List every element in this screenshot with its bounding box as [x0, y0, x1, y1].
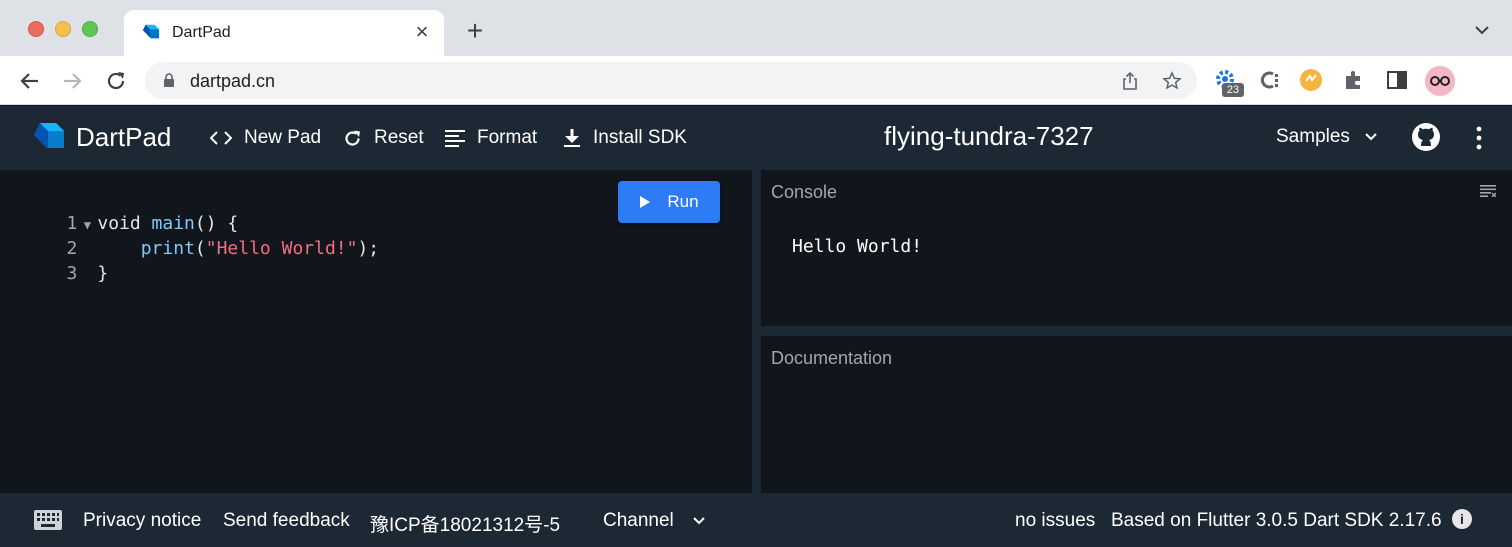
window-minimize-button[interactable]	[55, 21, 71, 37]
samples-label: Samples	[1276, 126, 1350, 147]
install-sdk-button[interactable]: Install SDK	[563, 124, 687, 152]
line-number: 3	[66, 263, 78, 284]
new-tab-icon[interactable]: +	[462, 17, 488, 45]
keyboard-icon[interactable]	[34, 510, 62, 530]
code-line[interactable]: 3 }	[0, 236, 109, 284]
samples-dropdown[interactable]: Samples	[1276, 126, 1378, 148]
refresh-icon	[345, 130, 360, 146]
run-label: Run	[667, 192, 699, 211]
format-align-icon	[445, 130, 465, 147]
code-editor[interactable]: 1 ▼ void main() { 2 print("Hello World!");…	[0, 170, 752, 493]
chevron-down-icon[interactable]	[692, 514, 706, 528]
new-pad-label: New Pad	[244, 127, 322, 148]
code-token: }	[97, 263, 109, 284]
code-token: print	[140, 238, 195, 259]
extension-badge: 23	[1222, 83, 1244, 97]
share-icon[interactable]	[1120, 71, 1140, 91]
tab-title: DartPad	[172, 24, 231, 41]
extension-c-icon[interactable]	[1256, 67, 1282, 93]
code-line[interactable]: 2 print("Hello World!");	[0, 211, 380, 259]
console-title: Console	[771, 182, 838, 202]
github-icon[interactable]	[1411, 122, 1441, 152]
window-zoom-button[interactable]	[82, 21, 98, 37]
window-close-button[interactable]	[28, 21, 44, 37]
reset-label: Reset	[374, 127, 424, 148]
privacy-notice-link[interactable]: Privacy notice	[83, 510, 201, 532]
reload-icon[interactable]	[103, 68, 129, 94]
icp-link[interactable]: 豫ICP备18021312号-5	[370, 510, 560, 537]
download-icon	[564, 129, 580, 147]
issues-status[interactable]: no issues	[1015, 510, 1095, 532]
format-label: Format	[477, 127, 538, 148]
extension-orange-icon[interactable]	[1298, 67, 1324, 93]
dartpad-brand[interactable]: DartPad	[76, 122, 171, 153]
run-button[interactable]: Run	[618, 181, 720, 223]
side-panel-icon[interactable]	[1384, 67, 1410, 93]
profile-avatar[interactable]	[1425, 66, 1455, 96]
code-token: "Hello World!"	[205, 238, 358, 259]
reset-button[interactable]: Reset	[343, 124, 424, 152]
chevron-down-icon	[1365, 133, 1377, 141]
code-line[interactable]: 1 ▼ void main() {	[0, 186, 239, 234]
code-token: (	[194, 238, 206, 259]
clear-console-icon[interactable]	[1480, 185, 1496, 197]
code-token: );	[357, 238, 380, 259]
documentation-title: Documentation	[771, 348, 893, 368]
dartpad-header: DartPad New Pad Reset Format Install SDK	[0, 106, 1512, 170]
install-sdk-label: Install SDK	[593, 127, 687, 148]
format-button[interactable]: Format	[445, 124, 537, 152]
code-brackets-icon	[210, 131, 232, 145]
dart-logo-icon[interactable]	[32, 121, 66, 155]
pad-name[interactable]: flying-tundra-7327	[884, 121, 1094, 152]
documentation-panel: Documentation	[761, 336, 1512, 493]
channel-dropdown[interactable]: Channel	[603, 510, 674, 532]
send-feedback-link[interactable]: Send feedback	[223, 510, 350, 532]
dart-logo-icon	[142, 24, 160, 39]
console-output: Hello World!	[792, 236, 923, 257]
browser-tab-dartpad[interactable]: DartPad ×	[124, 10, 444, 56]
horizontal-splitter[interactable]	[761, 326, 1512, 336]
tab-search-chevron-icon[interactable]	[1472, 20, 1492, 40]
extensions-puzzle-icon[interactable]	[1341, 67, 1367, 93]
info-icon[interactable]: i	[1452, 509, 1472, 529]
sdk-version-info: Based on Flutter 3.0.5 Dart SDK 2.17.6	[1111, 510, 1442, 531]
bookmark-star-icon[interactable]	[1162, 71, 1182, 91]
new-pad-button[interactable]: New Pad	[210, 124, 321, 152]
dartpad-footer: Privacy notice Send feedback 豫ICP备180213…	[0, 493, 1512, 547]
back-arrow-icon[interactable]	[17, 68, 43, 94]
close-tab-icon[interactable]: ×	[410, 20, 434, 44]
address-bar[interactable]: dartpad.cn	[145, 62, 1197, 99]
lock-icon[interactable]	[163, 73, 175, 88]
forward-arrow-icon[interactable]	[59, 68, 85, 94]
console-panel: Console Hello World!	[761, 170, 1512, 326]
more-options-icon[interactable]	[1474, 125, 1484, 151]
browser-tab-strip: DartPad × +	[0, 0, 1512, 56]
url-text[interactable]: dartpad.cn	[190, 71, 275, 92]
glasses-avatar-icon	[1430, 76, 1450, 86]
vertical-splitter[interactable]	[752, 170, 761, 493]
browser-toolbar: dartpad.cn	[0, 56, 1512, 148]
play-icon	[640, 196, 651, 208]
